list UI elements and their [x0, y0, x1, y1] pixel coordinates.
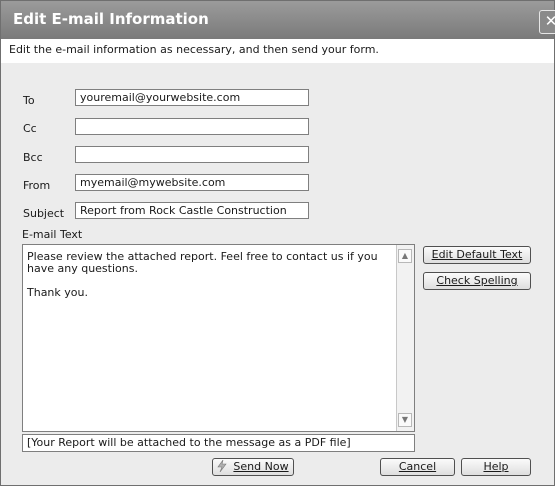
from-label: From	[23, 179, 51, 192]
attachment-note-box: [Your Report will be attached to the mes…	[22, 434, 415, 452]
scroll-up-arrow-icon[interactable]: ▲	[398, 249, 412, 263]
email-body-line: Please review the attached report. Feel …	[27, 250, 378, 275]
to-label: To	[23, 94, 35, 107]
send-now-button[interactable]: Send Now	[212, 458, 294, 476]
email-body: Please review the attached report. Feel …	[27, 251, 393, 299]
email-text-label: E-mail Text	[22, 228, 83, 241]
close-icon[interactable]: ✕	[539, 10, 555, 34]
to-field[interactable]	[75, 89, 309, 106]
help-label: Help	[483, 460, 509, 473]
cancel-label: Cancel	[398, 460, 437, 473]
lightning-icon	[217, 459, 228, 473]
bcc-field[interactable]	[75, 146, 309, 163]
edit-default-text-button[interactable]: Edit Default Text	[423, 246, 531, 264]
email-text-area[interactable]: Please review the attached report. Feel …	[22, 244, 415, 432]
subject-label: Subject	[23, 207, 65, 220]
vertical-scrollbar[interactable]: ▲ ▼	[396, 245, 414, 431]
instruction-text: Edit the e-mail information as necessary…	[9, 43, 379, 56]
cancel-button[interactable]: Cancel	[380, 458, 455, 476]
scroll-down-arrow-icon[interactable]: ▼	[398, 413, 412, 427]
from-field[interactable]	[75, 174, 309, 191]
attachment-note: [Your Report will be attached to the mes…	[27, 436, 351, 449]
title-bar: Edit E-mail Information ✕	[1, 1, 555, 39]
edit-default-text-label: Edit Default Text	[431, 248, 523, 261]
subject-field[interactable]	[75, 202, 309, 219]
edit-email-dialog: Edit E-mail Information ✕ Edit the e-mai…	[0, 0, 555, 486]
email-body-closing: Thank you.	[27, 286, 88, 299]
cc-field[interactable]	[75, 118, 309, 135]
instruction-area: Edit the e-mail information as necessary…	[1, 39, 554, 63]
check-spelling-label: Check Spelling	[436, 274, 518, 287]
help-button[interactable]: Help	[461, 458, 531, 476]
cc-label: Cc	[23, 122, 37, 135]
send-now-label: Send Now	[233, 460, 289, 473]
check-spelling-button[interactable]: Check Spelling	[423, 272, 531, 290]
dialog-title: Edit E-mail Information	[13, 10, 209, 28]
bcc-label: Bcc	[23, 151, 43, 164]
